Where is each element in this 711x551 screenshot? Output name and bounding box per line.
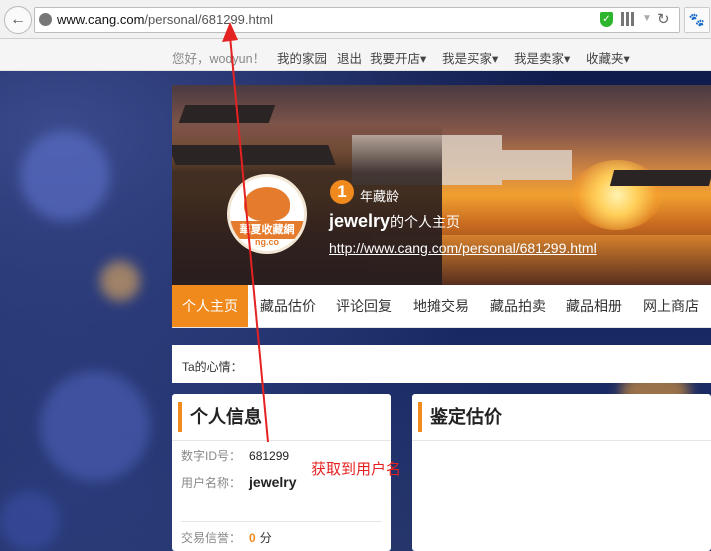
nav-my-home[interactable]: 我的家园 xyxy=(277,48,327,67)
collecting-age-badge: 1 xyxy=(330,180,354,204)
nav-logout[interactable]: 退出 xyxy=(337,48,362,67)
profile-owner-heading: jewelry的个人主页 xyxy=(329,211,460,232)
collecting-age-label: 年藏龄 xyxy=(360,189,400,204)
bokeh-light xyxy=(0,491,60,551)
username-value: jewelry xyxy=(249,474,297,490)
house-roof xyxy=(178,105,276,123)
tab-stall-trade[interactable]: 地摊交易 xyxy=(405,285,477,327)
credit-row: 交易信誉： 0 分 xyxy=(181,529,272,546)
tab-online-shop[interactable]: 网上商店 xyxy=(635,285,707,327)
url-path: /personal/681299.html xyxy=(144,12,274,27)
nav-seller[interactable]: 我是卖家▾ xyxy=(514,48,570,67)
url-domain: www.cang.com xyxy=(57,12,145,27)
appraisal-panel: 鉴定估价 xyxy=(412,394,711,551)
reload-button[interactable]: ↻ xyxy=(657,10,670,28)
tab-auction[interactable]: 藏品拍卖 xyxy=(482,285,554,327)
mood-bar: Ta的心情： xyxy=(172,345,711,383)
tab-personal-home[interactable]: 个人主页 xyxy=(172,285,248,327)
divider xyxy=(181,521,382,522)
address-bar[interactable]: www.cang.com/personal/681299.html ✓ ▼ ↻ xyxy=(34,7,680,33)
profile-username: jewelry xyxy=(329,211,391,231)
back-button[interactable]: ← xyxy=(4,6,32,34)
house-roof xyxy=(172,145,336,165)
user-avatar-logo[interactable]: 華夏收藏網 ng.co xyxy=(227,174,307,254)
nav-favorites[interactable]: 收藏夹▾ xyxy=(586,48,630,67)
personal-info-title: 个人信息 xyxy=(178,402,262,432)
tab-comments[interactable]: 评论回复 xyxy=(328,285,400,327)
logo-subtext: ng.co xyxy=(255,237,279,247)
bokeh-light xyxy=(20,131,110,221)
credit-label: 交易信誉： xyxy=(181,531,242,545)
nav-buyer[interactable]: 我是买家▾ xyxy=(442,48,498,67)
qr-code-icon[interactable] xyxy=(621,12,635,26)
globe-icon xyxy=(39,13,52,26)
tab-appraisal[interactable]: 藏品估价 xyxy=(252,285,324,327)
bokeh-light xyxy=(100,261,140,301)
credit-value: 0 xyxy=(249,531,256,545)
credit-unit: 分 xyxy=(259,531,272,545)
tab-album[interactable]: 藏品相册 xyxy=(558,285,630,327)
id-row: 数字ID号： 681299 xyxy=(181,447,289,464)
site-top-nav: 您好，wodyun！ 我的家园 退出 我要开店▾ 我是买家▾ 我是卖家▾ 收藏夹… xyxy=(0,39,711,71)
house-roof xyxy=(609,170,711,186)
shield-icon[interactable]: ✓ xyxy=(600,12,613,27)
mood-label: Ta的心情： xyxy=(182,360,243,374)
profile-home-link[interactable]: http://www.cang.com/personal/681299.html xyxy=(329,240,597,256)
phoenix-logo-icon xyxy=(244,187,290,221)
appraisal-title: 鉴定估价 xyxy=(418,402,502,432)
divider xyxy=(412,440,711,441)
profile-username-suffix: 的个人主页 xyxy=(390,214,461,230)
distant-buildings xyxy=(502,150,572,180)
paw-extension-icon[interactable]: 🐾 xyxy=(684,7,710,33)
url-text[interactable]: www.cang.com/personal/681299.html xyxy=(57,12,273,27)
annotation-label: 获取到用户名 xyxy=(311,461,402,478)
bokeh-light xyxy=(40,371,150,481)
username-label: 用户名称： xyxy=(181,476,242,490)
nav-open-shop[interactable]: 我要开店▾ xyxy=(370,48,426,67)
divider xyxy=(172,440,391,441)
profile-tabs: 个人主页 藏品估价 评论回复 地摊交易 藏品拍卖 藏品相册 网上商店 xyxy=(172,285,711,328)
id-label: 数字ID号： xyxy=(181,449,242,463)
dropdown-arrow-icon[interactable]: ▼ xyxy=(642,13,652,24)
id-value: 681299 xyxy=(249,449,290,463)
browser-toolbar: ← www.cang.com/personal/681299.html ✓ ▼ … xyxy=(0,0,711,39)
greeting-text: 您好，wodyun！ xyxy=(172,52,266,66)
username-row: 用户名称： jewelry xyxy=(181,474,297,491)
